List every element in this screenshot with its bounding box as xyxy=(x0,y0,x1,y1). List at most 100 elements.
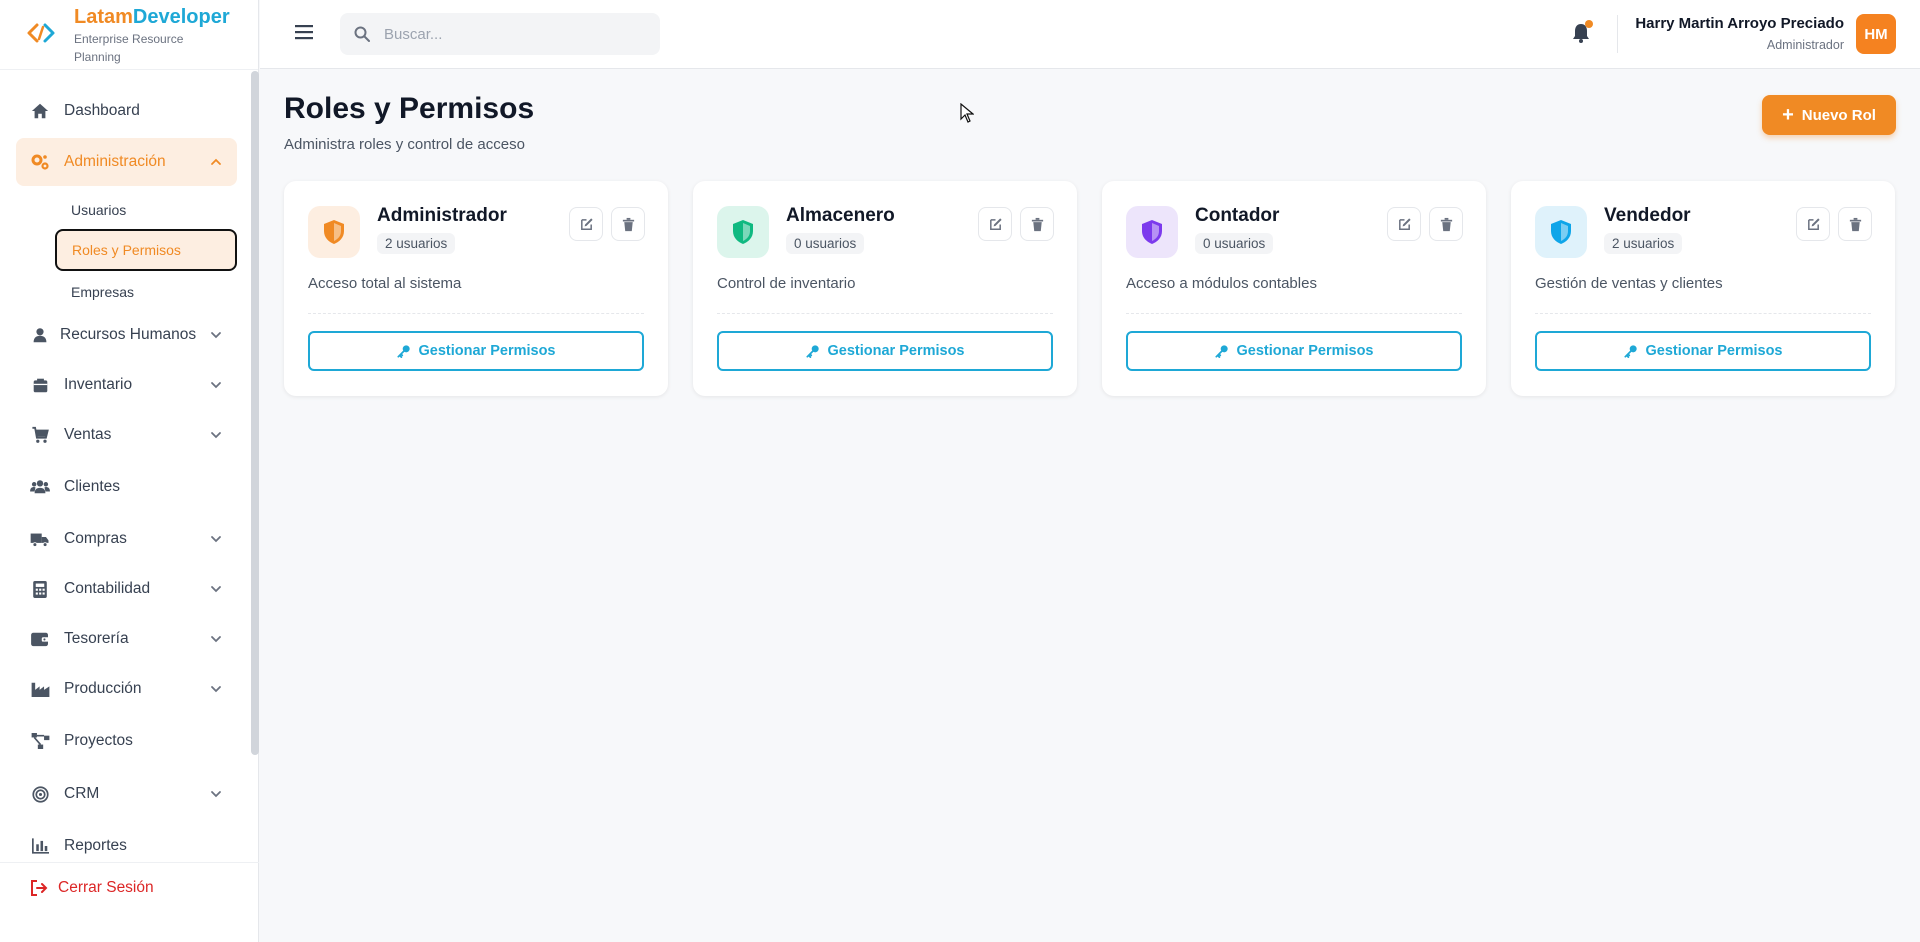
role-icon xyxy=(1126,206,1178,258)
edit-role-button[interactable] xyxy=(1796,207,1830,241)
sidebar-subitem-roles-permisos[interactable]: Roles y Permisos xyxy=(55,229,237,271)
chevron-up-icon xyxy=(211,158,221,165)
sidebar-item-proyectos[interactable]: Proyectos xyxy=(16,717,237,765)
delete-role-button[interactable] xyxy=(611,207,645,241)
sidebar-item-recursos-humanos[interactable]: Recursos Humanos xyxy=(16,311,237,359)
wallet-icon xyxy=(30,629,50,649)
edit-icon xyxy=(989,217,1002,230)
sidebar-item-produccion[interactable]: Producción xyxy=(16,665,237,713)
user-tie-icon xyxy=(30,325,50,345)
home-icon xyxy=(30,101,50,121)
new-role-button[interactable]: + Nuevo Rol xyxy=(1762,95,1896,135)
edit-icon xyxy=(1807,217,1820,230)
chevron-down-icon xyxy=(211,586,221,593)
role-name: Vendedor xyxy=(1604,205,1691,226)
chart-icon xyxy=(30,836,50,856)
edit-icon xyxy=(1398,217,1411,230)
edit-role-button[interactable] xyxy=(1387,207,1421,241)
truck-icon xyxy=(30,529,50,549)
search-input[interactable] xyxy=(384,25,644,43)
key-icon xyxy=(1214,345,1228,358)
sidebar-subitem-usuarios[interactable]: Usuarios xyxy=(55,189,237,231)
user-role: Administrador xyxy=(1766,38,1844,52)
delete-role-button[interactable] xyxy=(1838,207,1872,241)
brand-logo-icon xyxy=(27,23,55,43)
header-divider xyxy=(1617,15,1618,53)
role-icon xyxy=(717,206,769,258)
card-divider xyxy=(1535,313,1871,314)
trash-icon xyxy=(1031,217,1043,231)
role-description: Control de inventario xyxy=(717,275,856,292)
sidebar-item-label: Clientes xyxy=(64,478,120,495)
search-icon xyxy=(354,26,370,42)
card-divider xyxy=(308,313,644,314)
card-divider xyxy=(1126,313,1462,314)
sidebar-item-label: Inventario xyxy=(64,376,133,393)
sidebar-item-label: CRM xyxy=(64,785,100,802)
hamburger-menu-icon[interactable] xyxy=(295,23,313,41)
sidebar-item-crm[interactable]: CRM xyxy=(16,770,237,818)
sidebar-item-contabilidad[interactable]: Contabilidad xyxy=(16,565,237,613)
manage-permissions-button[interactable]: Gestionar Permisos xyxy=(717,331,1053,371)
mouse-cursor-icon xyxy=(960,103,974,123)
logout-button[interactable]: Cerrar Sesión xyxy=(0,862,259,942)
sidebar-item-clientes[interactable]: Clientes xyxy=(16,463,237,511)
key-icon xyxy=(805,345,819,358)
page-subtitle: Administra roles y control de acceso xyxy=(284,136,525,153)
role-icon xyxy=(1535,206,1587,258)
edit-icon xyxy=(580,217,593,230)
chevron-down-icon xyxy=(211,686,221,693)
chevron-down-icon xyxy=(211,791,221,798)
manage-permissions-button[interactable]: Gestionar Permisos xyxy=(1535,331,1871,371)
sidebar-item-compras[interactable]: Compras xyxy=(16,515,237,563)
cart-icon xyxy=(30,425,50,445)
manage-permissions-label: Gestionar Permisos xyxy=(418,343,556,359)
sidebar-item-label: Ventas xyxy=(64,426,112,443)
sidebar-scrollbar[interactable] xyxy=(251,71,259,755)
role-icon xyxy=(308,206,360,258)
chevron-down-icon xyxy=(211,636,221,643)
sidebar-item-inventario[interactable]: Inventario xyxy=(16,361,237,409)
manage-permissions-button[interactable]: Gestionar Permisos xyxy=(308,331,644,371)
cogs-icon xyxy=(30,152,50,172)
shield-icon xyxy=(1551,220,1571,244)
bullseye-icon xyxy=(30,784,50,804)
sidebar-nav: Dashboard Administración Usuarios Roles … xyxy=(0,70,252,862)
role-card-vendedor: Vendedor 2 usuarios Gestión de ventas y cl… xyxy=(1511,181,1895,396)
sidebar: LatamDeveloper Enterprise Resource Plann… xyxy=(0,0,259,942)
sidebar-item-label: Proyectos xyxy=(64,732,133,749)
brand[interactable]: LatamDeveloper Enterprise Resource Plann… xyxy=(0,0,258,70)
sidebar-item-dashboard[interactable]: Dashboard xyxy=(16,87,237,135)
role-description: Acceso a módulos contables xyxy=(1126,275,1317,292)
edit-role-button[interactable] xyxy=(569,207,603,241)
trash-icon xyxy=(1440,217,1452,231)
avatar[interactable]: HM xyxy=(1856,14,1896,54)
user-name[interactable]: Harry Martin Arroyo Preciado xyxy=(1635,15,1844,32)
chevron-down-icon xyxy=(211,382,221,389)
page-title: Roles y Permisos xyxy=(284,92,535,125)
role-user-count: 2 usuarios xyxy=(1604,233,1683,254)
sidebar-subitem-empresas[interactable]: Empresas xyxy=(55,271,237,313)
key-icon xyxy=(396,345,410,358)
manage-permissions-label: Gestionar Permisos xyxy=(1236,343,1374,359)
shield-icon xyxy=(1142,220,1162,244)
sidebar-item-tesoreria[interactable]: Tesorería xyxy=(16,615,237,663)
role-name: Almacenero xyxy=(786,205,895,226)
sidebar-item-label: Compras xyxy=(64,530,127,547)
industry-icon xyxy=(30,679,50,699)
project-diagram-icon xyxy=(30,731,50,751)
manage-permissions-label: Gestionar Permisos xyxy=(827,343,965,359)
delete-role-button[interactable] xyxy=(1429,207,1463,241)
logout-label: Cerrar Sesión xyxy=(58,878,154,896)
shield-icon xyxy=(324,220,344,244)
sidebar-item-label: Recursos Humanos xyxy=(60,326,197,343)
edit-role-button[interactable] xyxy=(978,207,1012,241)
sidebar-item-ventas[interactable]: Ventas xyxy=(16,411,237,459)
manage-permissions-button[interactable]: Gestionar Permisos xyxy=(1126,331,1462,371)
role-card-almacenero: Almacenero 0 usuarios Control de inventari… xyxy=(693,181,1077,396)
delete-role-button[interactable] xyxy=(1020,207,1054,241)
brand-subtitle: Enterprise Resource Planning xyxy=(74,32,184,64)
card-divider xyxy=(717,313,1053,314)
sidebar-item-administracion[interactable]: Administración xyxy=(16,138,237,186)
search-box[interactable] xyxy=(340,13,660,55)
